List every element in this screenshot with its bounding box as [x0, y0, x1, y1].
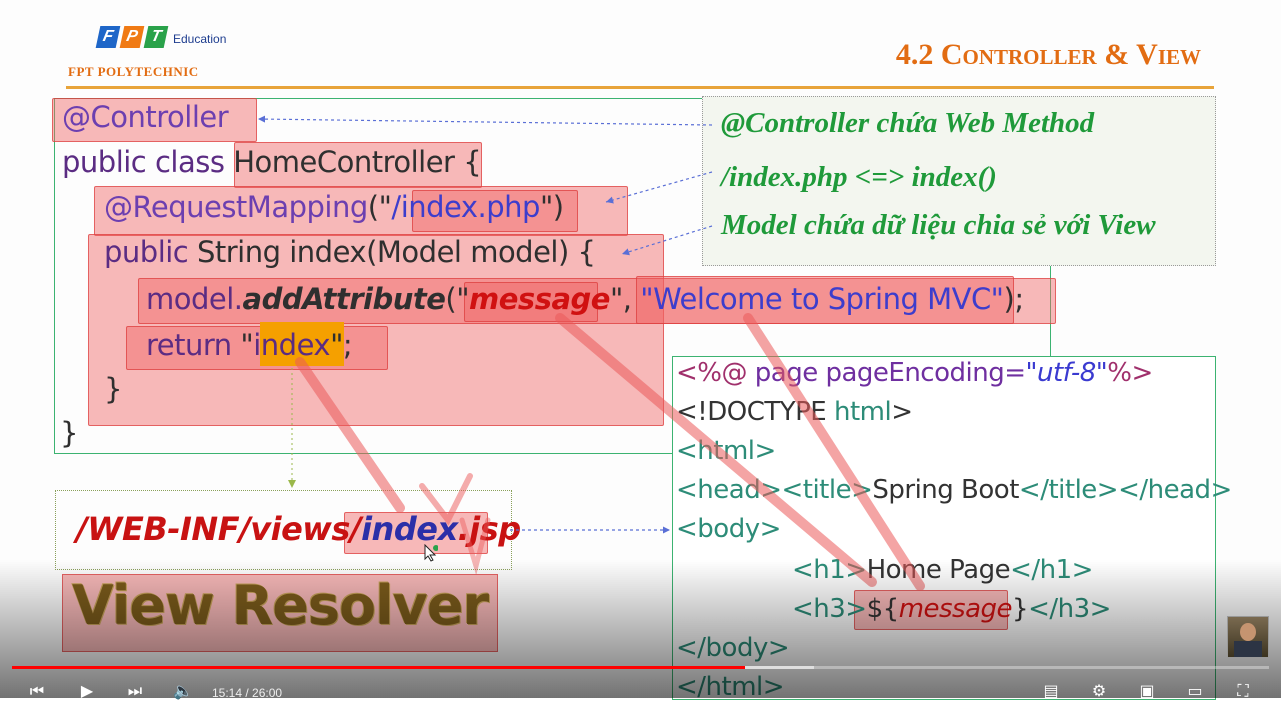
volume-icon[interactable]: 🔈 — [172, 682, 194, 700]
skip-next-icon[interactable]: ⏭ — [124, 682, 146, 700]
mouse-cursor-icon — [424, 544, 438, 562]
presenter-thumbnail[interactable] — [1227, 616, 1269, 658]
connector-overlay — [257, 115, 925, 591]
theater-icon[interactable]: ▭ — [1184, 682, 1206, 700]
stroke-scribble-2 — [459, 517, 491, 576]
arrow-note-model — [621, 225, 713, 256]
arrow-note-controller — [257, 115, 713, 126]
presenter-face — [1240, 623, 1256, 641]
arrow-return-head — [288, 480, 296, 488]
stroke-message-to-jsp — [555, 313, 877, 587]
slide: F P T Education FPT POLYTECHNIC 4.2 Cont… — [0, 0, 1281, 702]
stroke-index-to-view — [295, 357, 405, 513]
fullscreen-icon[interactable]: ⛶ — [1232, 682, 1254, 700]
miniplayer-icon[interactable]: ▣ — [1136, 682, 1158, 700]
arrow-note-mapping — [605, 171, 713, 204]
presenter-body — [1234, 641, 1262, 657]
stroke-scribble — [419, 473, 473, 526]
play-icon[interactable]: ▶ — [76, 682, 98, 700]
skip-previous-icon[interactable]: ⏮ — [26, 682, 48, 700]
subtitles-icon[interactable]: ▤ — [1040, 682, 1062, 700]
settings-icon[interactable]: ⚙ — [1088, 682, 1110, 700]
progress-played — [12, 666, 745, 669]
